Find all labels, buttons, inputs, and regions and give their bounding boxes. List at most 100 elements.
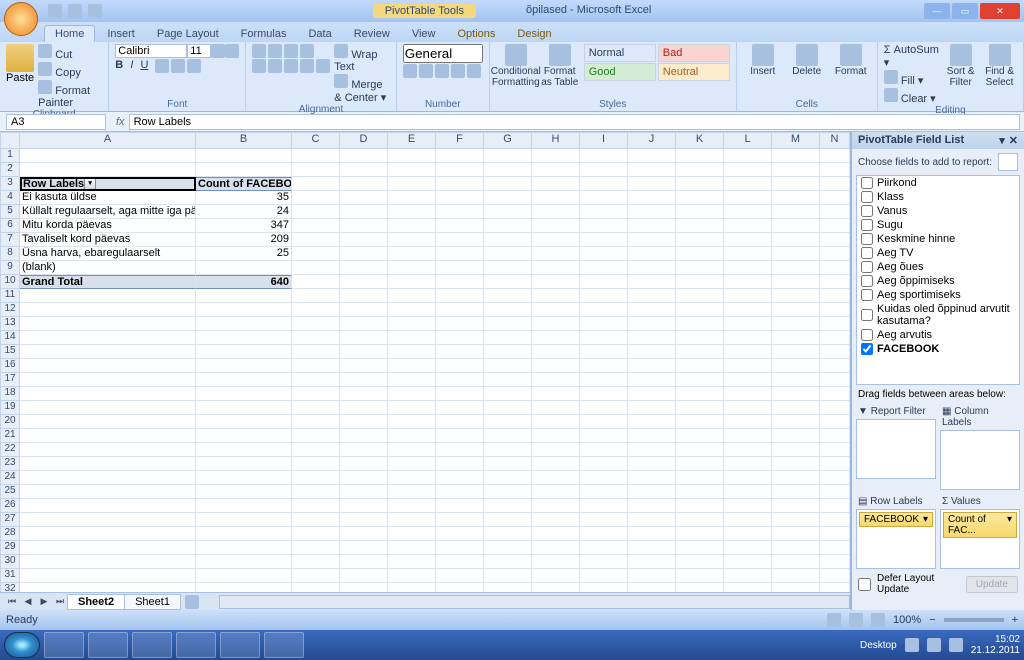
cell[interactable] (532, 233, 580, 247)
find-select-button[interactable]: Find & Select (982, 44, 1017, 88)
maximize-button[interactable]: ▭ (952, 3, 978, 19)
cell[interactable] (340, 303, 388, 317)
cell[interactable] (292, 303, 340, 317)
zoom-slider[interactable] (944, 618, 1004, 622)
row-field-pill[interactable]: FACEBOOK▾ (859, 512, 933, 527)
cell[interactable] (580, 555, 628, 569)
cell[interactable]: 35 (196, 191, 292, 205)
field-checkbox[interactable] (861, 177, 873, 189)
cell[interactable] (20, 513, 196, 527)
align-bottom-icon[interactable] (284, 44, 298, 58)
cell[interactable] (196, 415, 292, 429)
cell[interactable] (628, 401, 676, 415)
cell[interactable] (388, 331, 436, 345)
cell[interactable] (340, 359, 388, 373)
row-header[interactable]: 8 (0, 247, 20, 261)
cell[interactable] (388, 261, 436, 275)
cell[interactable] (820, 429, 850, 443)
column-labels-area[interactable] (940, 430, 1020, 490)
cell[interactable] (388, 247, 436, 261)
field-piirkond[interactable]: Piirkond (857, 176, 1019, 190)
field-checkbox[interactable] (861, 233, 873, 245)
cell[interactable] (724, 275, 772, 289)
comma-icon[interactable] (435, 64, 449, 78)
shrink-font-icon[interactable] (225, 44, 239, 58)
align-middle-icon[interactable] (268, 44, 282, 58)
cell[interactable] (724, 555, 772, 569)
row-header[interactable]: 29 (0, 541, 20, 555)
cell[interactable] (388, 429, 436, 443)
cell[interactable] (388, 373, 436, 387)
cell[interactable] (772, 555, 820, 569)
cell[interactable] (628, 569, 676, 583)
align-left-icon[interactable] (252, 59, 266, 73)
tray-icon-3[interactable] (949, 638, 963, 652)
cell[interactable] (676, 541, 724, 555)
cell[interactable] (484, 233, 532, 247)
cell[interactable] (724, 233, 772, 247)
col-header-I[interactable]: I (580, 132, 628, 149)
cell[interactable] (436, 359, 484, 373)
cell[interactable] (772, 499, 820, 513)
cell[interactable] (292, 401, 340, 415)
col-header-A[interactable]: A (20, 132, 196, 149)
cell[interactable] (388, 457, 436, 471)
cell[interactable] (820, 331, 850, 345)
cell[interactable] (292, 429, 340, 443)
row-header[interactable]: 9 (0, 261, 20, 275)
cell[interactable] (628, 443, 676, 457)
cell[interactable] (580, 177, 628, 191)
values-area[interactable]: Count of FAC...▾ (940, 509, 1020, 569)
cell[interactable] (820, 415, 850, 429)
cell[interactable] (628, 429, 676, 443)
cell[interactable] (436, 457, 484, 471)
cell[interactable] (436, 233, 484, 247)
cell[interactable] (724, 331, 772, 345)
field-klass[interactable]: Klass (857, 190, 1019, 204)
row-header[interactable]: 20 (0, 415, 20, 429)
cell[interactable] (340, 485, 388, 499)
zoom-out-button[interactable]: − (929, 614, 935, 626)
italic-button[interactable]: I (130, 59, 133, 73)
cell[interactable] (628, 191, 676, 205)
cell[interactable] (724, 317, 772, 331)
cell[interactable] (388, 415, 436, 429)
cell[interactable] (820, 499, 850, 513)
cell[interactable] (820, 247, 850, 261)
cell[interactable] (20, 387, 196, 401)
cell[interactable] (580, 247, 628, 261)
cell[interactable] (292, 247, 340, 261)
cell[interactable] (532, 317, 580, 331)
cell[interactable] (196, 149, 292, 163)
underline-button[interactable]: U (140, 59, 148, 73)
cell[interactable] (676, 149, 724, 163)
qat-undo-icon[interactable] (68, 4, 82, 18)
row-header[interactable]: 7 (0, 233, 20, 247)
col-header-C[interactable]: C (292, 132, 340, 149)
cell[interactable] (436, 289, 484, 303)
percent-icon[interactable] (419, 64, 433, 78)
cell[interactable] (292, 163, 340, 177)
cell[interactable] (196, 289, 292, 303)
row-header[interactable]: 14 (0, 331, 20, 345)
cell[interactable] (484, 359, 532, 373)
cell[interactable] (196, 331, 292, 345)
cell[interactable] (532, 191, 580, 205)
cell[interactable] (580, 583, 628, 592)
cell[interactable] (676, 177, 724, 191)
cell[interactable] (484, 527, 532, 541)
cell[interactable] (532, 289, 580, 303)
cell[interactable]: 209 (196, 233, 292, 247)
row-labels-area[interactable]: FACEBOOK▾ (856, 509, 936, 569)
cell[interactable] (292, 555, 340, 569)
cell[interactable] (436, 471, 484, 485)
new-sheet-icon[interactable] (185, 595, 199, 609)
cell[interactable] (676, 583, 724, 592)
cell[interactable] (484, 345, 532, 359)
cell[interactable] (772, 275, 820, 289)
cell[interactable] (820, 513, 850, 527)
close-button[interactable]: ✕ (980, 3, 1020, 19)
cell[interactable] (772, 583, 820, 592)
cut-button[interactable]: Cut (38, 44, 102, 61)
cell[interactable] (532, 583, 580, 592)
